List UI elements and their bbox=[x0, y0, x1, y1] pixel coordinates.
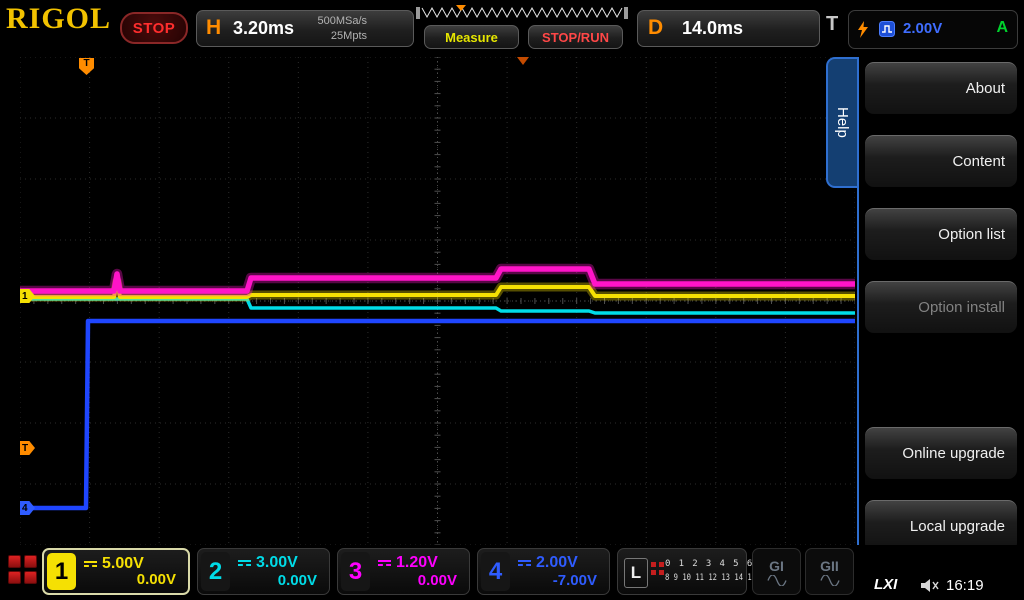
sample-rate: 500MSa/s bbox=[317, 15, 367, 27]
rigol-logo: RIGOL bbox=[6, 2, 111, 36]
horizontal-scale-value: 3.20ms bbox=[233, 18, 294, 39]
waveform-display[interactable]: 1T4T bbox=[20, 57, 855, 545]
trigger-label: T bbox=[826, 13, 838, 36]
channel-4-offset: -7.00V bbox=[553, 572, 597, 589]
horizontal-scale-block[interactable]: H 3.20ms 500MSa/s 25Mpts bbox=[196, 10, 414, 47]
channel-block-1[interactable]: 1 5.00V 0.00V bbox=[42, 548, 190, 595]
memory-position-bar[interactable] bbox=[416, 4, 628, 22]
coupling-dc-icon bbox=[238, 560, 251, 566]
sine-wave-icon bbox=[820, 575, 840, 586]
graticule bbox=[20, 57, 855, 545]
delay-label: D bbox=[648, 16, 663, 40]
trigger-status-block[interactable]: 2.00V A bbox=[848, 10, 1018, 49]
menu-item-4[interactable]: Online upgrade bbox=[865, 427, 1017, 479]
coupling-dc-icon bbox=[84, 561, 97, 567]
generator-2-block[interactable]: GII bbox=[805, 548, 854, 595]
coupling-dc-icon bbox=[378, 560, 391, 566]
delay-value: 14.0ms bbox=[682, 18, 743, 39]
channel-1-offset: 0.00V bbox=[137, 571, 176, 588]
oscilloscope-screen: RIGOL STOP H 3.20ms 500MSa/s 25Mpts Meas… bbox=[0, 0, 1024, 600]
sine-wave-icon bbox=[767, 575, 787, 586]
generator-1-label: GI bbox=[769, 558, 784, 574]
channel-3-number: 3 bbox=[341, 552, 370, 591]
menu-edge-line bbox=[857, 57, 859, 560]
measure-button[interactable]: Measure bbox=[424, 25, 519, 49]
menu-item-1[interactable]: Content bbox=[865, 135, 1017, 187]
horizontal-label: H bbox=[206, 16, 221, 40]
help-menu-tab[interactable]: Help bbox=[826, 57, 857, 188]
menu-item-3[interactable]: Option install bbox=[865, 281, 1017, 333]
menu-grid-icon[interactable] bbox=[8, 555, 37, 584]
generator-2-label: GII bbox=[820, 558, 839, 574]
channel-block-3[interactable]: 3 1.20V 0.00V bbox=[337, 548, 470, 595]
channel-3-offset: 0.00V bbox=[418, 572, 457, 589]
speaker-muted-icon[interactable] bbox=[920, 578, 939, 593]
generator-1-block[interactable]: GI bbox=[752, 548, 801, 595]
channel-1-number: 1 bbox=[47, 553, 76, 590]
channel-3-scale: 1.20V bbox=[396, 554, 438, 572]
channel-2-offset: 0.00V bbox=[278, 572, 317, 589]
stop-run-button[interactable]: STOP/RUN bbox=[528, 25, 623, 49]
channel-2-scale: 3.00V bbox=[256, 554, 298, 572]
logic-analyzer-block[interactable]: L 0 1 2 3 4 5 6 7 8 9 10 11 12 13 14 15 bbox=[617, 548, 747, 595]
channel-2-number: 2 bbox=[201, 552, 230, 591]
menu-item-2[interactable]: Option list bbox=[865, 208, 1017, 260]
channel-block-2[interactable]: 2 3.00V 0.00V bbox=[197, 548, 330, 595]
trigger-sweep-mode: A bbox=[996, 19, 1008, 37]
trigger-level-value: 2.00V bbox=[903, 20, 942, 37]
trigger-slope-icon bbox=[857, 21, 869, 38]
help-menu-panel: Help About Content Option list Option in… bbox=[824, 57, 1024, 560]
channel-block-4[interactable]: 4 2.00V -7.00V bbox=[477, 548, 610, 595]
acquisition-info: 500MSa/s 25Mpts bbox=[303, 14, 367, 44]
bottom-status-bar: 1 5.00V 0.00V 2 3.00V 0.00V 3 1.20V 0.00… bbox=[0, 545, 1024, 600]
coupling-dc-icon bbox=[518, 560, 531, 566]
run-status-badge: STOP bbox=[120, 12, 188, 44]
memory-depth: 25Mpts bbox=[331, 30, 367, 42]
logic-status-indicator bbox=[651, 562, 664, 582]
logic-label: L bbox=[624, 558, 648, 588]
delay-block[interactable]: D 14.0ms bbox=[637, 10, 820, 47]
lxi-indicator: LXI bbox=[874, 576, 897, 593]
clock: 16:19 bbox=[946, 577, 984, 594]
trigger-type-icon bbox=[879, 21, 895, 37]
channel-4-scale: 2.00V bbox=[536, 554, 578, 572]
digital-channels-row2: 8 9 10 11 12 13 14 15 bbox=[665, 573, 756, 583]
channel-4-number: 4 bbox=[481, 552, 510, 591]
menu-item-0[interactable]: About bbox=[865, 62, 1017, 114]
